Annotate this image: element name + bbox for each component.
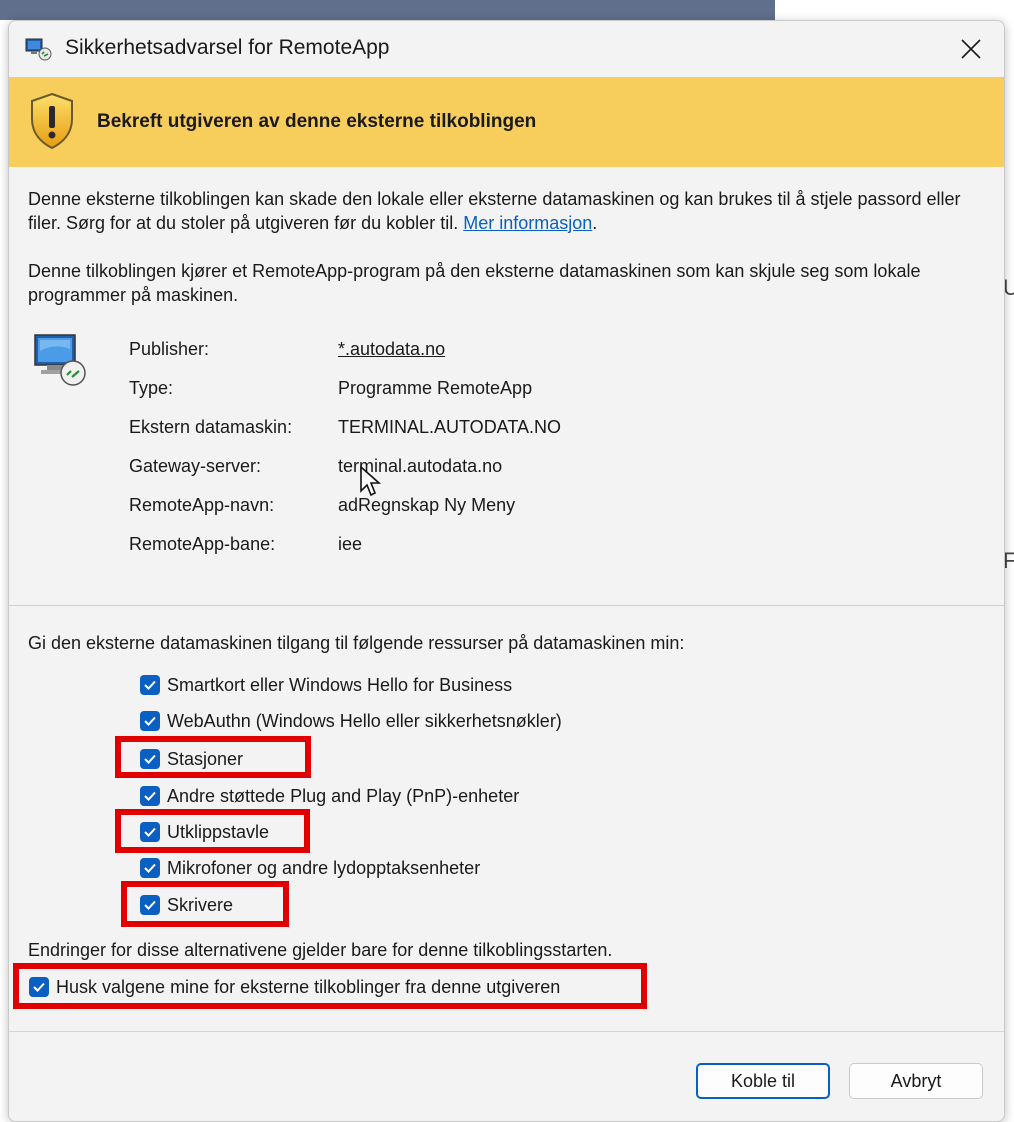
title-bar: Sikkerhetsadvarsel for RemoteApp bbox=[9, 21, 1004, 77]
publisher-label: Publisher: bbox=[129, 339, 210, 359]
type-label: Type: bbox=[129, 378, 174, 398]
checkmark-icon bbox=[144, 863, 156, 873]
checkbox-microphones[interactable] bbox=[140, 858, 160, 878]
highlight-box-clipboard bbox=[115, 809, 310, 853]
highlight-box-drives bbox=[115, 736, 311, 778]
highlight-box-remember bbox=[13, 963, 647, 1009]
warning-shield-icon bbox=[31, 92, 73, 150]
remote-computer-icon bbox=[34, 334, 86, 386]
type-value: Programme RemoteApp bbox=[338, 378, 533, 398]
cancel-button[interactable]: Avbryt bbox=[849, 1063, 983, 1099]
connect-button[interactable]: Koble til bbox=[696, 1063, 830, 1099]
gateway-server-label: Gateway-server: bbox=[129, 456, 262, 476]
more-info-suffix: . bbox=[592, 213, 598, 233]
checkbox-row-webauthn[interactable]: WebAuthn (Windows Hello eller sikkerhets… bbox=[140, 708, 562, 734]
remoteapp-path-value: iee bbox=[338, 534, 363, 554]
checkbox-row-pnp[interactable]: Andre støttede Plug and Play (PnP)-enhet… bbox=[140, 783, 519, 809]
background-window-strip bbox=[0, 0, 775, 20]
remote-computer-label: Ekstern datamaskin: bbox=[129, 417, 293, 437]
checkmark-icon bbox=[144, 716, 156, 726]
checkbox-label-pnp: Andre støttede Plug and Play (PnP)-enhet… bbox=[167, 785, 520, 806]
banner-heading: Bekreft utgiveren av denne eksterne tilk… bbox=[97, 111, 537, 132]
resources-heading: Gi den eksterne datamaskinen tilgang til… bbox=[28, 633, 685, 653]
remote-desktop-icon bbox=[25, 38, 52, 61]
checkbox-label-smartcard: Smartkort eller Windows Hello for Busine… bbox=[167, 674, 513, 695]
section-divider bbox=[9, 605, 1004, 606]
checkmark-icon bbox=[144, 791, 156, 801]
dialog-footer: Koble til Avbryt bbox=[9, 1031, 1004, 1121]
checkbox-label-webauthn: WebAuthn (Windows Hello eller sikkerhets… bbox=[167, 710, 562, 731]
checkbox-label-microphones: Mikrofoner og andre lydopptaksenheter bbox=[167, 857, 481, 878]
checkbox-smartcard[interactable] bbox=[140, 675, 160, 695]
close-button[interactable] bbox=[947, 29, 995, 69]
highlight-box-printers bbox=[121, 881, 289, 927]
checkbox-pnp[interactable] bbox=[140, 786, 160, 806]
checkbox-row-smartcard[interactable]: Smartkort eller Windows Hello for Busine… bbox=[140, 672, 512, 698]
more-info-link[interactable]: Mer informasjon bbox=[463, 213, 592, 233]
remoteapp-security-dialog: Sikkerhetsadvarsel for RemoteApp Bekreft… bbox=[8, 20, 1005, 1122]
remoteapp-name-label: RemoteApp-navn: bbox=[129, 495, 275, 515]
mouse-cursor-icon bbox=[360, 465, 382, 497]
dialog-title: Sikkerhetsadvarsel for RemoteApp bbox=[65, 36, 390, 59]
warning-paragraph: Denne eksterne tilkoblingen kan skade de… bbox=[28, 187, 978, 235]
program-paragraph: Denne tilkoblingen kjører et RemoteApp-p… bbox=[28, 261, 921, 305]
remote-computer-value: TERMINAL.AUTODATA.NO bbox=[338, 417, 562, 437]
checkbox-webauthn[interactable] bbox=[140, 711, 160, 731]
checkbox-row-microphones[interactable]: Mikrofoner og andre lydopptaksenheter bbox=[140, 855, 480, 881]
publisher-value-link[interactable]: *.autodata.no bbox=[338, 339, 445, 360]
warning-banner: Bekreft utgiveren av denne eksterne tilk… bbox=[9, 77, 1004, 167]
remoteapp-path-label: RemoteApp-bane: bbox=[129, 534, 276, 554]
checkmark-icon bbox=[144, 680, 156, 690]
close-icon bbox=[961, 39, 981, 59]
settings-note: Endringer for disse alternativene gjelde… bbox=[28, 940, 613, 960]
